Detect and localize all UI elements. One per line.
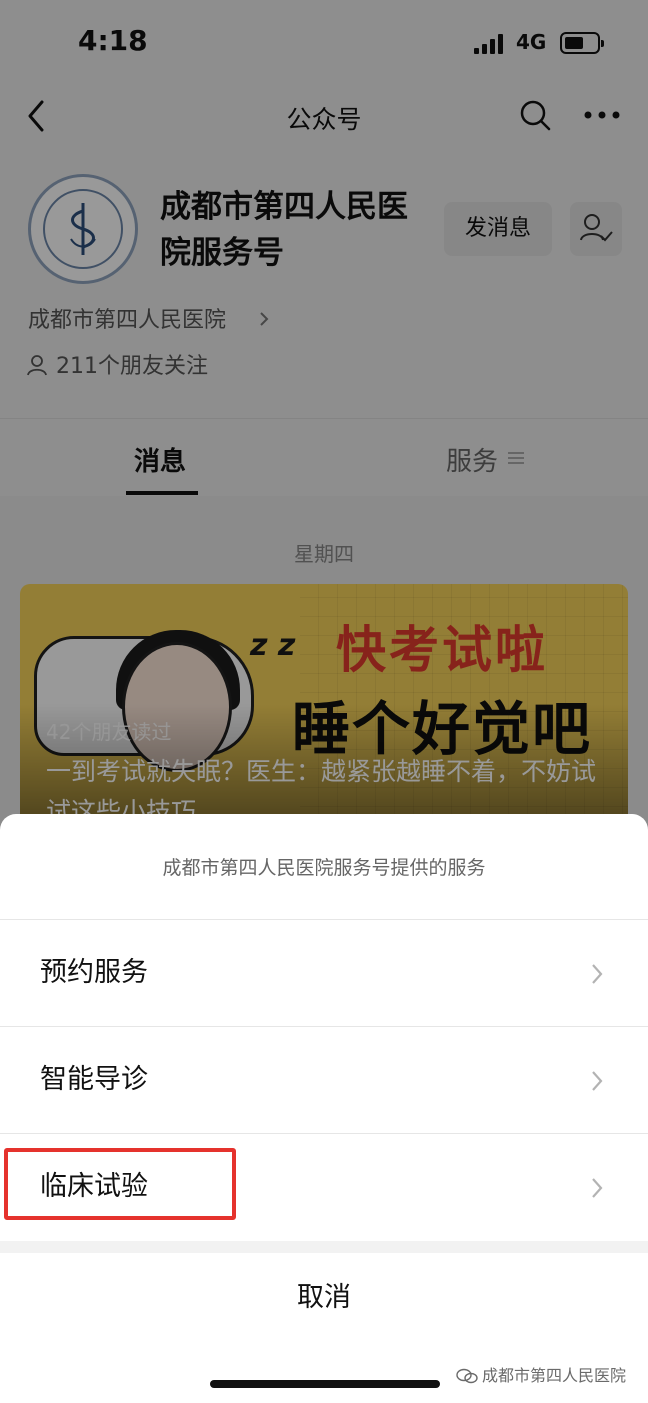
chevron-right-icon [592, 1071, 603, 1091]
watermark-text: 成都市第四人民医院 [482, 1366, 627, 1385]
chevron-right-icon [592, 1178, 603, 1198]
chevron-right-icon [592, 964, 603, 984]
home-indicator[interactable] [210, 1380, 440, 1388]
service-item-label: 预约服务 [40, 957, 148, 988]
sheet-divider [0, 1241, 648, 1253]
service-item-label: 智能导诊 [40, 1064, 148, 1095]
highlight-annotation [4, 1148, 236, 1220]
sheet-header: 成都市第四人民医院服务号提供的服务 [0, 814, 648, 920]
watermark: 成都市第四人民医院 [456, 1362, 626, 1386]
cancel-button[interactable]: 取消 [0, 1253, 648, 1343]
service-item-appointment[interactable]: 预约服务 [0, 920, 648, 1027]
service-item-triage[interactable]: 智能导诊 [0, 1027, 648, 1134]
wechat-icon [456, 1368, 478, 1384]
services-action-sheet: 成都市第四人民医院服务号提供的服务 预约服务 智能导诊 临床试验 取消 [0, 814, 648, 1403]
